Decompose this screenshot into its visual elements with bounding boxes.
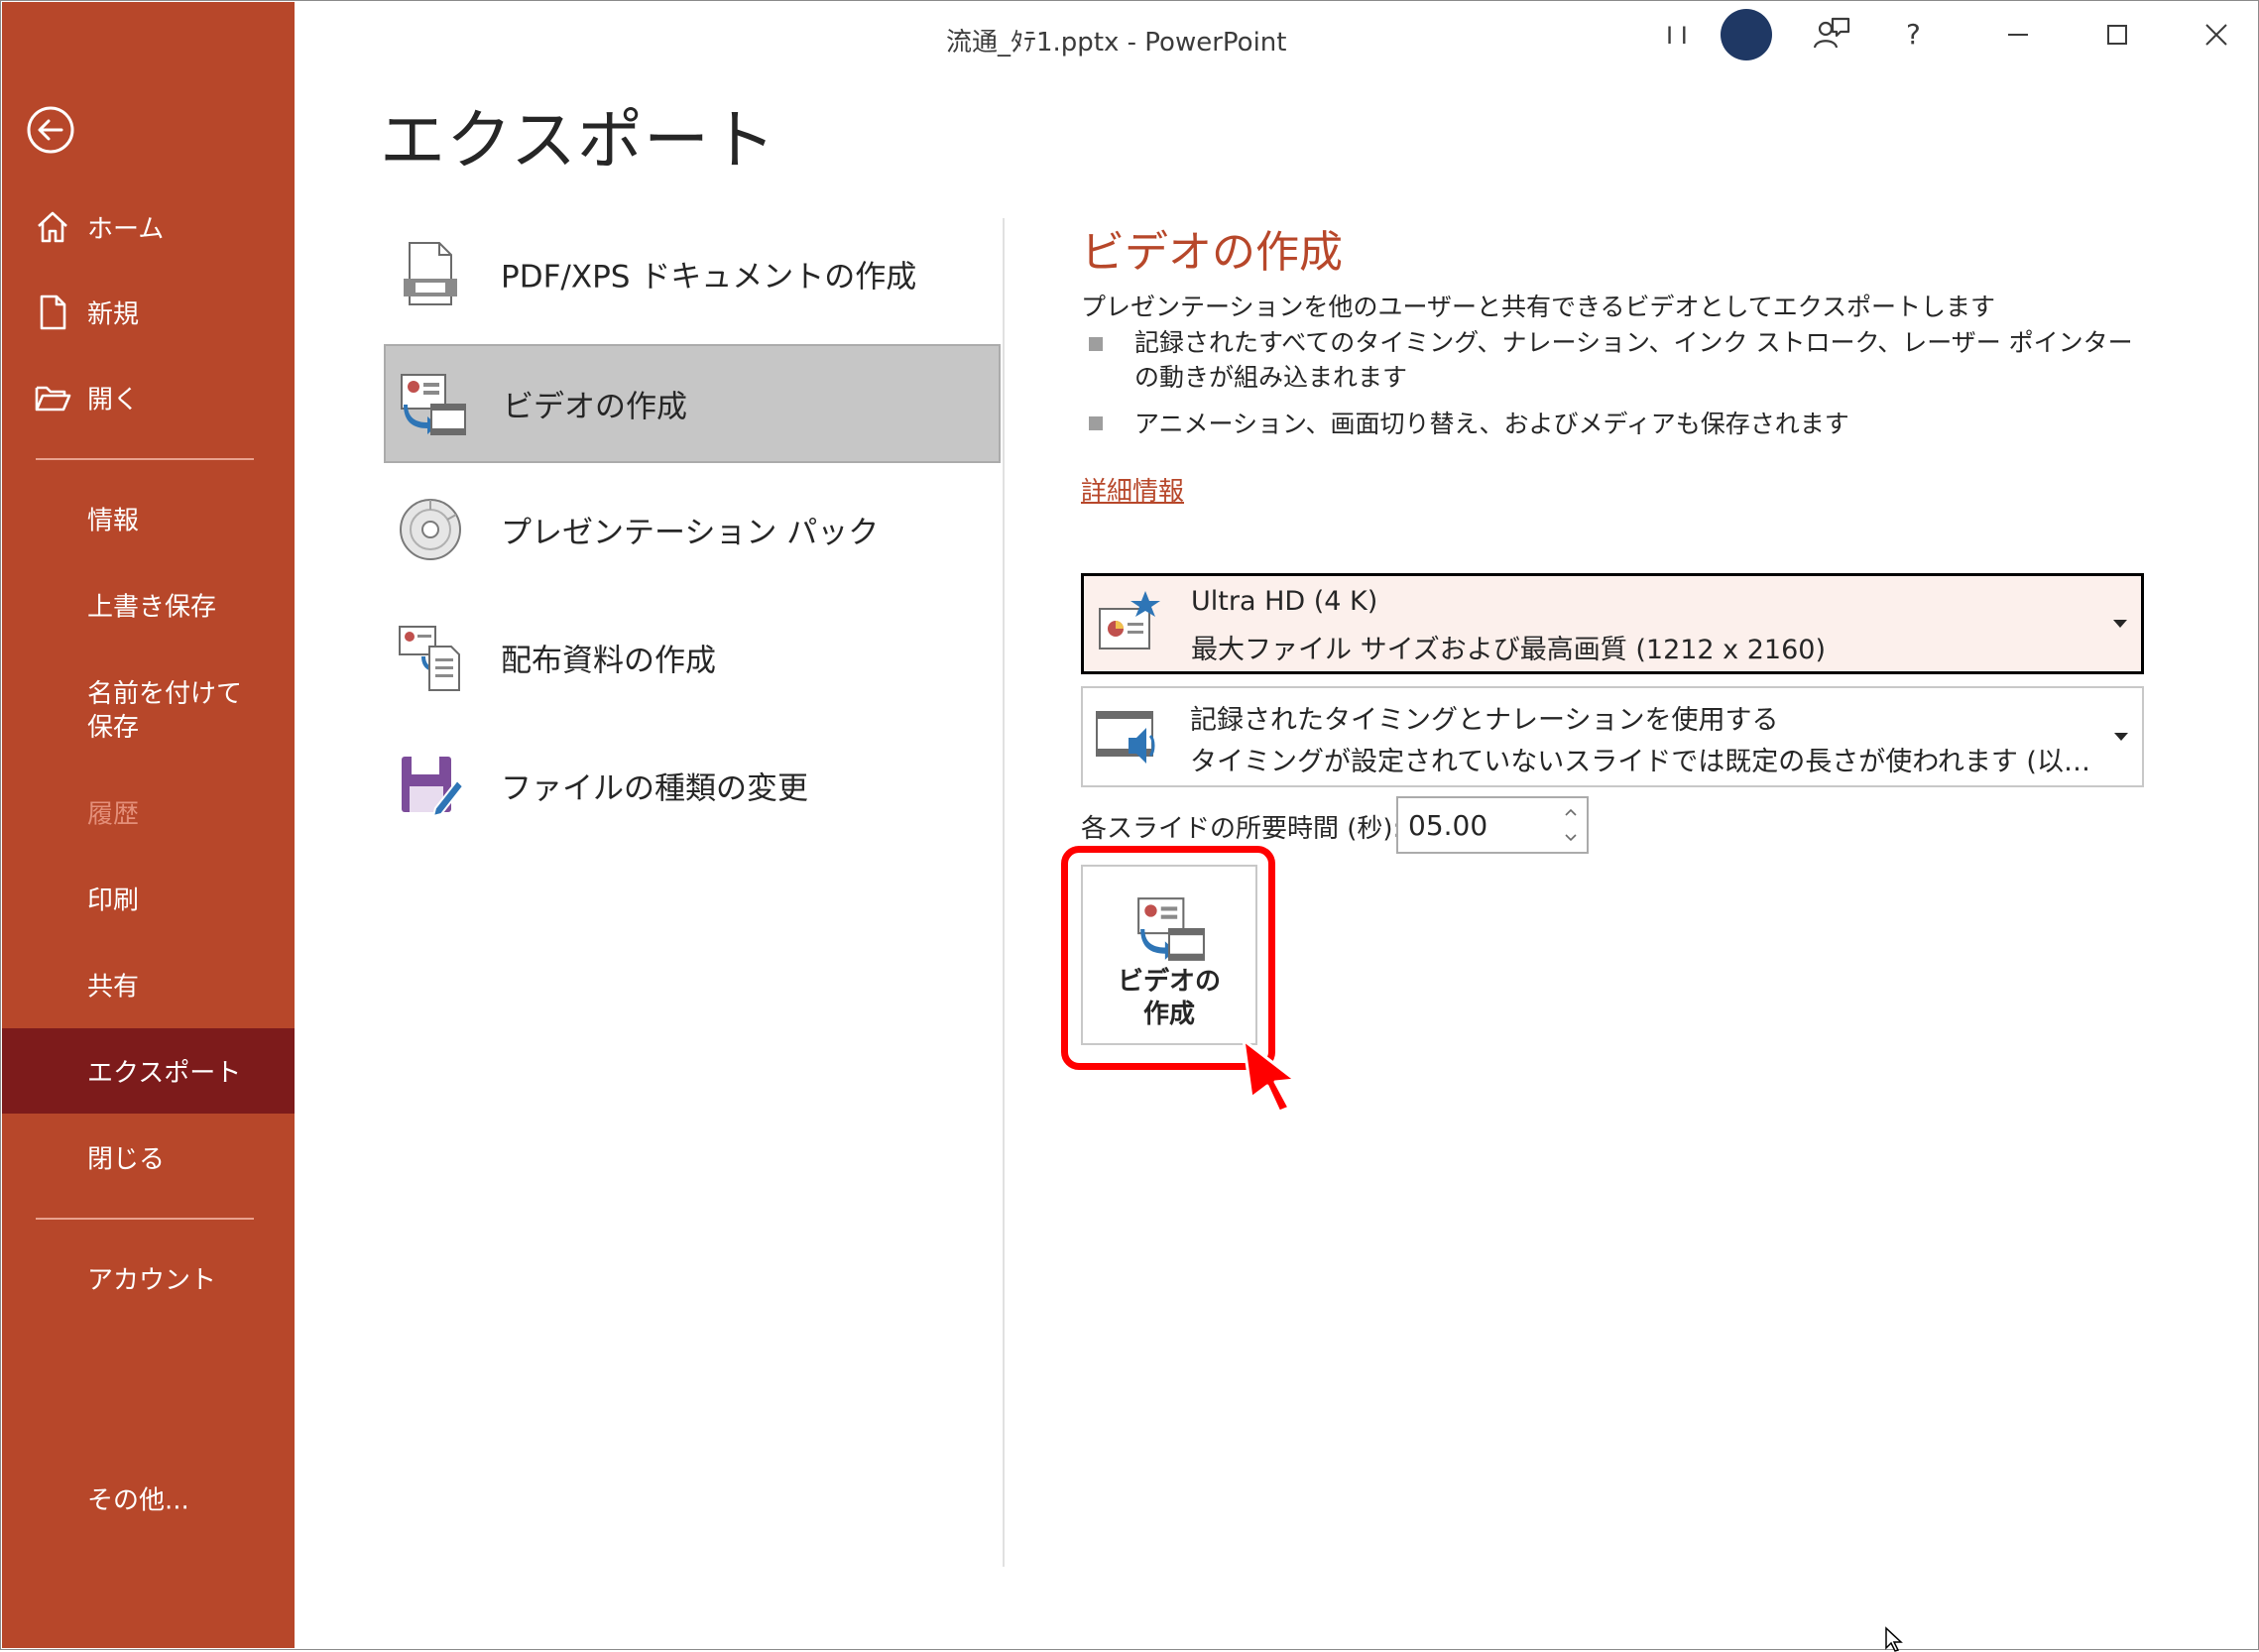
sidebar-item-close[interactable]: 閉じる	[2, 1115, 295, 1200]
maximize-icon[interactable]	[2096, 14, 2138, 56]
sidebar-item-print[interactable]: 印刷	[2, 856, 295, 941]
quality-title: Ultra HD (4 K)	[1191, 586, 1378, 617]
bullet-icon	[1089, 337, 1103, 351]
sidebar-item-share[interactable]: 共有	[2, 942, 295, 1027]
export-option-change-type[interactable]: ファイルの種類の変更	[384, 728, 1001, 843]
sidebar-item-label: 新規	[87, 299, 140, 330]
close-icon[interactable]	[2196, 14, 2237, 56]
pdf-document-icon	[404, 242, 457, 305]
sidebar-item-new[interactable]: 新規	[2, 270, 295, 355]
chevron-down-icon	[2113, 620, 2127, 628]
mouse-pointer-icon	[1885, 1626, 1903, 1652]
back-arrow-icon	[27, 106, 74, 154]
export-option-label: 配布資料の作成	[501, 643, 716, 679]
home-icon	[38, 211, 67, 243]
sidebar-item-info[interactable]: 情報	[2, 476, 295, 561]
spin-up-icon[interactable]	[1561, 802, 1581, 822]
sidebar-item-account[interactable]: アカウント	[2, 1236, 295, 1321]
timing-title: 記録されたタイミングとナレーションを使用する	[1190, 705, 1779, 736]
sidebar-divider	[36, 458, 254, 460]
sidebar-item-label: 情報	[87, 506, 140, 536]
quality-dropdown[interactable]: Ultra HD (4 K) 最大ファイル サイズおよび最高画質 (1212 x…	[1081, 573, 2144, 674]
export-option-label: ファイルの種類の変更	[501, 770, 808, 807]
sidebar-item-label: 閉じる	[87, 1144, 166, 1175]
more-info-link[interactable]: 詳細情報	[1081, 471, 1184, 508]
video-create-icon	[401, 374, 466, 435]
export-option-label: プレゼンテーション パック	[501, 515, 880, 551]
duration-spinner	[1396, 796, 1589, 854]
sidebar-item-label: 共有	[87, 972, 140, 1003]
save-as-type-icon	[402, 757, 465, 818]
detail-description: プレゼンテーションを他のユーザーと共有できるビデオとしてエクスポートします	[1081, 293, 1996, 321]
open-folder-icon	[35, 386, 71, 412]
duration-input[interactable]	[1408, 806, 1547, 844]
help-button[interactable]: ?	[1906, 18, 1921, 51]
new-document-icon	[40, 295, 66, 330]
sidebar-item-label: 開く	[87, 385, 140, 415]
sidebar-item-save[interactable]: 上書き保存	[2, 562, 295, 648]
detail-title: ビデオの作成	[1081, 227, 1343, 278]
sidebar-item-more[interactable]: その他...	[2, 1456, 295, 1541]
export-option-label: PDF/XPS ドキュメントの作成	[501, 259, 917, 295]
sidebar-item-label: 上書き保存	[87, 592, 217, 623]
sidebar-item-label: その他...	[87, 1485, 189, 1516]
sidebar-item-export[interactable]: エクスポート	[2, 1028, 295, 1114]
sidebar-item-label: 履歴	[87, 799, 140, 830]
coauthor-comment-icon[interactable]	[1811, 14, 1852, 56]
page-title: エクスポート	[380, 102, 777, 178]
timing-dropdown[interactable]: 記録されたタイミングとナレーションを使用する タイミングが設定されていないスライ…	[1081, 686, 2144, 787]
sidebar-item-history: 履歴	[2, 769, 295, 855]
user-initials: I I	[1666, 22, 1688, 50]
back-button[interactable]	[26, 105, 75, 155]
sidebar-item-label: アカウント	[87, 1265, 217, 1296]
export-option-pdf[interactable]: PDF/XPS ドキュメントの作成	[384, 216, 1001, 331]
sidebar-item-home[interactable]: ホーム	[2, 184, 295, 270]
narration-speaker-icon	[1096, 711, 1155, 764]
cd-package-icon	[400, 499, 461, 560]
sidebar-divider	[36, 1218, 254, 1220]
export-option-handouts[interactable]: 配布資料の作成	[384, 600, 1001, 715]
chevron-down-icon	[2114, 733, 2128, 741]
window-title: 流通_ﾀﾃ1.pptx - PowerPoint	[946, 28, 1287, 58]
bullet-icon	[1089, 416, 1103, 430]
duration-label: 各スライドの所要時間 (秒):	[1081, 814, 1402, 844]
sidebar-item-label: 名前を付けて保存	[87, 679, 243, 743]
minimize-icon[interactable]	[1997, 14, 2039, 56]
annotation-cursor-icon	[1242, 1038, 1297, 1114]
timing-subtitle: タイミングが設定されていないスライドでは既定の長さが使われます (以下をご覧くだ…	[1190, 747, 2102, 777]
export-option-package[interactable]: プレゼンテーション パック	[384, 472, 1001, 587]
quality-star-icon	[1099, 591, 1160, 649]
handouts-icon	[399, 626, 460, 691]
column-divider	[1003, 218, 1005, 1567]
sidebar-item-label: ホーム	[87, 214, 165, 245]
backstage-sidebar: ホーム 新規 開く 情報 上書き保存 名前を付けて保存 履歴 印刷 共有 エクス…	[2, 2, 295, 1648]
sidebar-item-save-as[interactable]: 名前を付けて保存	[2, 664, 295, 758]
sidebar-item-open[interactable]: 開く	[2, 355, 295, 440]
sidebar-item-label: エクスポート	[87, 1058, 242, 1089]
spin-down-icon[interactable]	[1561, 828, 1581, 848]
detail-bullet: 記録されたすべてのタイミング、ナレーション、インク ストローク、レーザー ポイン…	[1134, 328, 2133, 392]
detail-bullet: アニメーション、画面切り替え、およびメディアも保存されます	[1134, 410, 1849, 438]
quality-subtitle: 最大ファイル サイズおよび最高画質 (1212 x 2160)	[1191, 635, 1826, 665]
sidebar-item-label: 印刷	[87, 885, 140, 916]
export-option-label: ビデオの作成	[503, 389, 687, 425]
export-option-video[interactable]: ビデオの作成	[384, 344, 1001, 463]
avatar[interactable]	[1721, 9, 1772, 60]
